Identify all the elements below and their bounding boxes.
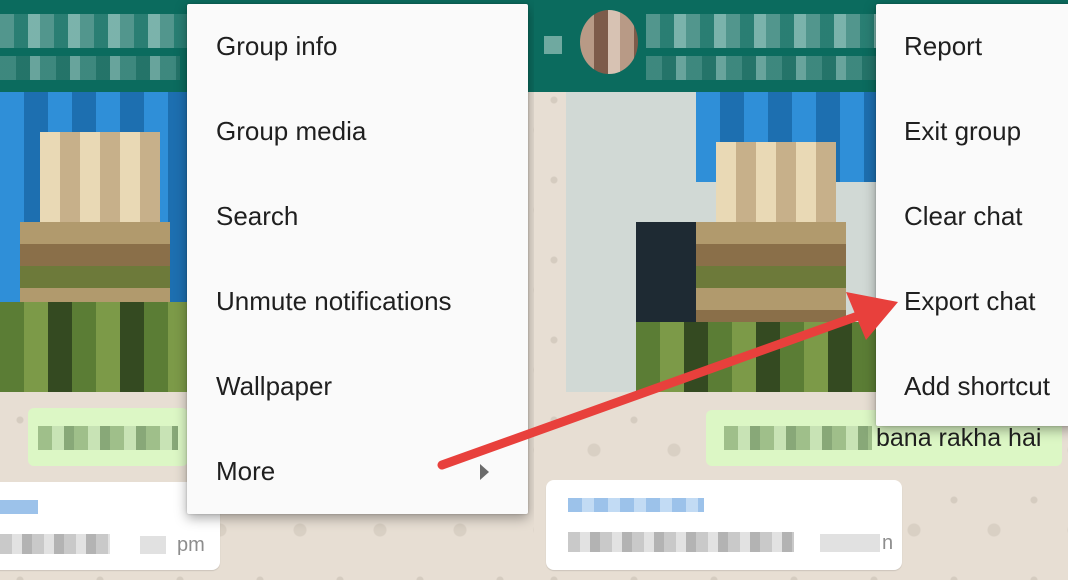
submenu-arrow-icon: [480, 464, 489, 480]
menu-item-exit-group[interactable]: Exit group: [876, 89, 1068, 174]
message-text-pixelated: [724, 426, 872, 450]
menu-item-label: Group media: [216, 116, 367, 146]
time-pixelated: [140, 536, 166, 554]
right-screenshot-panel: bana rakha hai n Report Exit group Clear…: [534, 0, 1068, 580]
menu-item-clear-chat[interactable]: Clear chat: [876, 174, 1068, 259]
menu-item-label: Add shortcut: [904, 371, 1050, 401]
overflow-menu: Group info Group media Search Unmute not…: [187, 4, 528, 514]
message-text-pixelated: [38, 426, 178, 450]
avatar: [580, 10, 638, 74]
menu-item-unmute-notifications[interactable]: Unmute notifications: [187, 259, 528, 344]
menu-item-label: Search: [216, 201, 299, 231]
group-name-pixelated: [0, 14, 190, 48]
menu-item-group-media[interactable]: Group media: [187, 89, 528, 174]
message-bubble-outgoing: [28, 408, 188, 466]
menu-item-label: Report: [904, 31, 983, 61]
menu-item-label: Clear chat: [904, 201, 1023, 231]
menu-item-group-info[interactable]: Group info: [187, 4, 528, 89]
sender-name-pixelated: [568, 498, 704, 512]
message-bubble-incoming: n: [546, 480, 902, 570]
shared-photo-pixelated: [0, 92, 190, 392]
more-submenu: Report Exit group Clear chat Export chat…: [876, 4, 1068, 426]
menu-item-label: Wallpaper: [216, 371, 333, 401]
menu-item-more[interactable]: More: [187, 429, 528, 514]
menu-item-label: More: [216, 456, 276, 486]
group-name-pixelated: [646, 14, 876, 48]
menu-item-search[interactable]: Search: [187, 174, 528, 259]
menu-item-label: Group info: [216, 31, 338, 61]
shared-photo-pixelated: [566, 92, 876, 392]
menu-item-label: Export chat: [904, 286, 1036, 316]
group-subtitle-pixelated: [646, 56, 876, 80]
message-text-pixelated: [568, 532, 794, 552]
group-subtitle-pixelated: [0, 56, 180, 80]
menu-item-add-shortcut[interactable]: Add shortcut: [876, 344, 1068, 429]
menu-item-report[interactable]: Report: [876, 4, 1068, 89]
sender-name-pixelated: [0, 500, 38, 514]
back-arrow-pixelated: [544, 36, 562, 54]
menu-item-label: Exit group: [904, 116, 1022, 146]
menu-item-wallpaper[interactable]: Wallpaper: [187, 344, 528, 429]
menu-item-export-chat[interactable]: Export chat: [876, 259, 1068, 344]
time-pixelated: [820, 534, 880, 552]
menu-item-label: Unmute notifications: [216, 286, 452, 316]
message-text-pixelated: [0, 534, 110, 554]
left-screenshot-panel: pm Group info Group media Search Unmute …: [0, 0, 534, 580]
message-time: n: [882, 532, 894, 554]
message-time: pm: [177, 534, 205, 556]
